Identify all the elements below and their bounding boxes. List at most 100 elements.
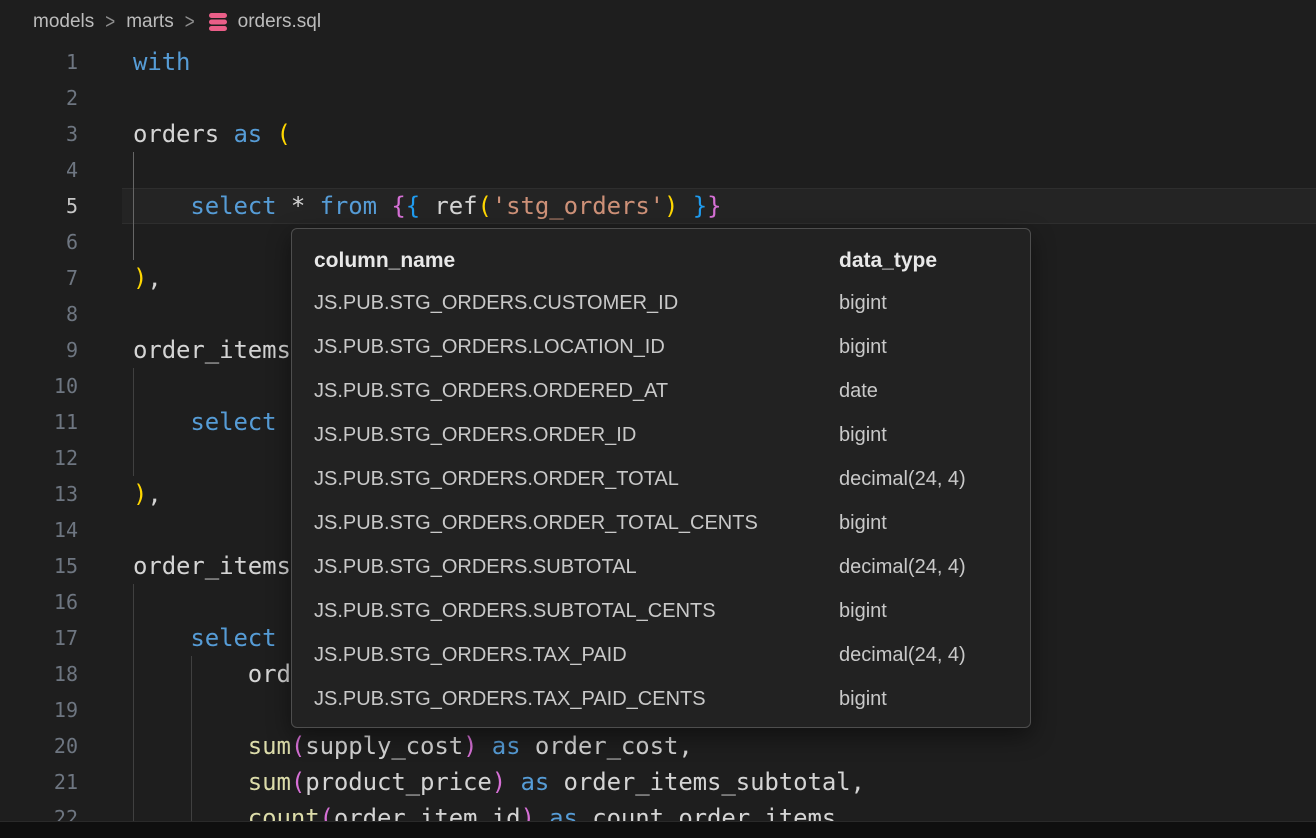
line-number-3[interactable]: 3 bbox=[0, 116, 78, 152]
code-token: as bbox=[233, 120, 262, 148]
code-token: { bbox=[406, 192, 420, 220]
code-token: , bbox=[147, 264, 161, 292]
code-text: orders as ( bbox=[133, 116, 291, 152]
line-number-18[interactable]: 18 bbox=[0, 656, 78, 692]
data-type-cell: bigint bbox=[839, 600, 1008, 623]
code-token: ord bbox=[133, 660, 291, 688]
line-number-22[interactable]: 22 bbox=[0, 800, 78, 821]
code-token bbox=[506, 768, 520, 796]
line-number-12[interactable]: 12 bbox=[0, 440, 78, 476]
line-number-7[interactable]: 7 bbox=[0, 260, 78, 296]
code-token: ( bbox=[291, 768, 305, 796]
code-token: } bbox=[707, 192, 721, 220]
code-line-20[interactable]: 20 sum(supply_cost) as order_cost, bbox=[0, 728, 1316, 764]
breadcrumb-item-marts[interactable]: marts bbox=[126, 11, 174, 33]
code-token: ( bbox=[477, 192, 491, 220]
column-name-cell: JS.PUB.STG_ORDERS.LOCATION_ID bbox=[314, 336, 839, 359]
line-number-20[interactable]: 20 bbox=[0, 728, 78, 764]
code-text: with bbox=[133, 44, 190, 80]
code-line-21[interactable]: 21 sum(product_price) as order_items_sub… bbox=[0, 764, 1316, 800]
data-type-cell: bigint bbox=[839, 292, 1008, 315]
indent-guide bbox=[133, 368, 134, 404]
panel-edge bbox=[0, 821, 1316, 838]
line-number-4[interactable]: 4 bbox=[0, 152, 78, 188]
line-number-16[interactable]: 16 bbox=[0, 584, 78, 620]
code-token bbox=[133, 192, 190, 220]
code-token: sum bbox=[248, 732, 291, 760]
line-number-11[interactable]: 11 bbox=[0, 404, 78, 440]
code-token: supply_cost bbox=[305, 732, 463, 760]
database-icon bbox=[206, 10, 230, 34]
code-text: count(order_item_id) as count_order_item… bbox=[133, 800, 836, 821]
data-type-cell: decimal(24, 4) bbox=[839, 644, 1008, 667]
code-token: ) bbox=[133, 480, 147, 508]
column-name-header: column_name bbox=[314, 249, 839, 273]
code-token: ) bbox=[463, 732, 477, 760]
code-line-2[interactable]: 2 bbox=[0, 80, 1316, 116]
line-number-9[interactable]: 9 bbox=[0, 332, 78, 368]
code-token: ( bbox=[277, 120, 291, 148]
column-name-cell: JS.PUB.STG_ORDERS.TAX_PAID_CENTS bbox=[314, 688, 839, 711]
code-text: sum(product_price) as order_items_subtot… bbox=[133, 764, 865, 800]
data-type-header: data_type bbox=[839, 249, 1008, 273]
code-line-22[interactable]: 22 count(order_item_id) as count_order_i… bbox=[0, 800, 1316, 821]
code-token: sum bbox=[248, 768, 291, 796]
column-name-cell: JS.PUB.STG_ORDERS.CUSTOMER_ID bbox=[314, 292, 839, 315]
code-token: order_items bbox=[133, 336, 291, 364]
code-text: ord bbox=[133, 656, 291, 692]
code-token: order_items bbox=[133, 552, 291, 580]
code-token: ) bbox=[664, 192, 678, 220]
code-line-1[interactable]: 1 with bbox=[0, 44, 1316, 80]
data-type-cell: bigint bbox=[839, 336, 1008, 359]
line-number-14[interactable]: 14 bbox=[0, 512, 78, 548]
code-token bbox=[133, 732, 248, 760]
code-token bbox=[133, 408, 190, 436]
chevron-right-icon: > bbox=[185, 10, 195, 35]
code-token: with bbox=[133, 48, 190, 76]
line-number-13[interactable]: 13 bbox=[0, 476, 78, 512]
line-number-1[interactable]: 1 bbox=[0, 44, 78, 80]
code-token: orders bbox=[133, 120, 233, 148]
code-token: from bbox=[320, 192, 377, 220]
line-number-10[interactable]: 10 bbox=[0, 368, 78, 404]
column-name-cell: JS.PUB.STG_ORDERS.ORDER_TOTAL_CENTS bbox=[314, 512, 839, 535]
code-line-3[interactable]: 3 orders as ( bbox=[0, 116, 1316, 152]
code-token bbox=[262, 120, 276, 148]
line-number-6[interactable]: 6 bbox=[0, 224, 78, 260]
code-token: select bbox=[190, 624, 276, 652]
breadcrumb-item-models[interactable]: models bbox=[33, 11, 94, 33]
code-token: order_items_subtotal, bbox=[549, 768, 865, 796]
schema-row: JS.PUB.STG_ORDERS.SUBTOTALdecimal(24, 4) bbox=[314, 545, 1008, 589]
code-token: , bbox=[147, 480, 161, 508]
code-line-4[interactable]: 4 bbox=[0, 152, 1316, 188]
column-name-cell: JS.PUB.STG_ORDERS.ORDER_ID bbox=[314, 424, 839, 447]
line-number-19[interactable]: 19 bbox=[0, 692, 78, 728]
code-token: ) bbox=[492, 768, 506, 796]
code-token bbox=[477, 732, 491, 760]
line-number-17[interactable]: 17 bbox=[0, 620, 78, 656]
line-number-8[interactable]: 8 bbox=[0, 296, 78, 332]
code-text: order_items bbox=[133, 548, 291, 584]
line-number-5[interactable]: 5 bbox=[0, 188, 78, 224]
breadcrumb-item-file[interactable]: orders.sql bbox=[238, 11, 321, 33]
schema-tooltip: column_name data_type JS.PUB.STG_ORDERS.… bbox=[291, 228, 1031, 728]
code-token: order_item_id bbox=[334, 804, 521, 821]
data-type-cell: decimal(24, 4) bbox=[839, 468, 1008, 491]
code-token: ref bbox=[420, 192, 477, 220]
code-token bbox=[133, 804, 248, 821]
column-name-cell: JS.PUB.STG_ORDERS.SUBTOTAL bbox=[314, 556, 839, 579]
code-text: sum(supply_cost) as order_cost, bbox=[133, 728, 693, 764]
code-line-5[interactable]: 5 select * from {{ ref('stg_orders') }} bbox=[0, 188, 1316, 224]
code-text: select * from {{ ref('stg_orders') }} bbox=[133, 188, 721, 224]
indent-guide bbox=[133, 152, 134, 188]
line-number-21[interactable]: 21 bbox=[0, 764, 78, 800]
column-name-cell: JS.PUB.STG_ORDERS.SUBTOTAL_CENTS bbox=[314, 600, 839, 623]
data-type-cell: bigint bbox=[839, 424, 1008, 447]
column-name-cell: JS.PUB.STG_ORDERS.ORDER_TOTAL bbox=[314, 468, 839, 491]
line-number-15[interactable]: 15 bbox=[0, 548, 78, 584]
indent-guide bbox=[133, 584, 134, 620]
line-number-2[interactable]: 2 bbox=[0, 80, 78, 116]
code-token bbox=[133, 768, 248, 796]
code-token: order_cost, bbox=[520, 732, 692, 760]
column-name-cell: JS.PUB.STG_ORDERS.ORDERED_AT bbox=[314, 380, 839, 403]
